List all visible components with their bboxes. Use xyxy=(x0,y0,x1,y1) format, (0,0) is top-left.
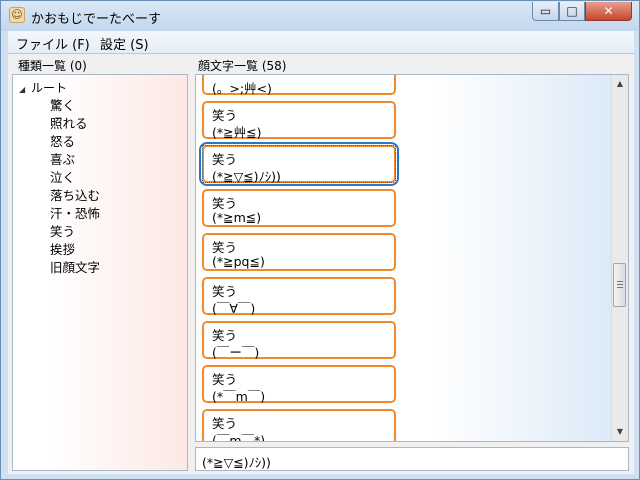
tree-item[interactable]: 喜ぶ xyxy=(50,151,100,169)
face-card[interactable]: 笑う (￣ー￣) xyxy=(202,321,396,360)
minimize-button[interactable]: ▭ xyxy=(532,2,559,21)
tree-item[interactable]: 泣く xyxy=(50,169,100,187)
face-card-emoticon: (。>;艸<) xyxy=(212,81,272,96)
tree-root-label: ルート xyxy=(31,81,68,95)
face-card[interactable]: 笑う (*≧pq≦) xyxy=(202,233,396,271)
tree-item[interactable]: 怒る xyxy=(50,133,100,151)
selected-face-field[interactable]: (*≧▽≦)ﾉｼ)) xyxy=(195,447,629,471)
menu-file[interactable]: ファイル (F) xyxy=(16,34,90,53)
title-bar[interactable]: ☺ かおもじでーたべーす ▭ □ ✕ xyxy=(1,1,639,31)
tree-item[interactable]: 汗・恐怖 xyxy=(50,205,100,223)
scroll-up-arrow-icon[interactable]: ▲ xyxy=(612,76,628,92)
window-title: かおもじでーたべーす xyxy=(31,12,162,27)
tree-item[interactable]: 旧顔文字 xyxy=(50,259,100,277)
close-button[interactable]: ✕ xyxy=(585,2,632,21)
face-card[interactable]: 笑う (*￣m￣) xyxy=(202,365,396,404)
face-card-area: (。>;艸<) 笑う (*≧艸≦) 笑う (*≧▽≦)ﾉｼ)) 笑う (*≧m≦) 笑う (*≧… xyxy=(196,75,610,441)
face-card[interactable]: 笑う (*≧▽≦)ﾉｼ)) xyxy=(199,142,399,186)
category-tree[interactable]: ◢ ルート 驚く 照れる 怒る 喜ぶ 泣く 落ち込む 汗・恐怖 笑う 挨拶 旧顔文字 xyxy=(12,74,188,471)
tree-item[interactable]: 笑う xyxy=(50,223,100,241)
scroll-down-arrow-icon[interactable]: ▼ xyxy=(612,424,628,440)
face-card-emoticon: (*≧艸≦) xyxy=(212,125,262,140)
main-area: 種類一覧 (0) ◢ ルート 驚く 照れる 怒る 喜ぶ 泣く 落ち込む 汗・恐怖 笑う 挨拶 旧顔文… xyxy=(8,54,634,474)
face-card[interactable]: 笑う (*≧艸≦) xyxy=(202,101,396,140)
face-card-emoticon: (*≧▽≦)ﾉｼ)) xyxy=(212,169,281,184)
tree-item[interactable]: 驚く xyxy=(50,97,100,115)
maximize-button[interactable]: □ xyxy=(559,2,585,21)
tree-item[interactable]: 照れる xyxy=(50,115,100,133)
face-card-emoticon: (￣m￣*) xyxy=(212,433,266,441)
face-card[interactable]: 笑う (￣m￣*) xyxy=(202,409,396,441)
face-card-emoticon: (*￣m￣) xyxy=(212,389,266,404)
grip-icon xyxy=(617,281,623,289)
tree-root[interactable]: ◢ ルート xyxy=(19,79,67,96)
face-card-emoticon: (￣∀￣) xyxy=(212,301,256,316)
face-card-emoticon: (*≧m≦) xyxy=(212,210,262,225)
face-card[interactable]: (。>;艸<) xyxy=(202,75,396,96)
face-card-emoticon: (*≧pq≦) xyxy=(212,254,265,269)
vertical-scrollbar[interactable]: ▲ ▼ xyxy=(611,75,628,441)
category-list-label: 種類一覧 (0) xyxy=(16,57,89,74)
face-card[interactable]: 笑う (￣∀￣) xyxy=(202,277,396,316)
menu-bar: ファイル (F) 設定 (S) xyxy=(8,31,634,54)
collapse-triangle-icon[interactable]: ◢ xyxy=(19,85,27,94)
app-face-icon: ☺ xyxy=(9,7,25,23)
face-card[interactable]: 笑う (*≧m≦) xyxy=(202,189,396,227)
face-list[interactable]: (。>;艸<) 笑う (*≧艸≦) 笑う (*≧▽≦)ﾉｼ)) 笑う (*≧m≦) 笑う (*≧… xyxy=(195,74,629,442)
menu-settings[interactable]: 設定 (S) xyxy=(100,34,149,53)
selected-face-text: (*≧▽≦)ﾉｼ)) xyxy=(202,455,271,470)
app-window: ☺ かおもじでーたべーす ▭ □ ✕ ファイル (F) 設定 (S) 種類一覧 … xyxy=(0,0,640,480)
face-list-label: 顔文字一覧 (58) xyxy=(196,57,289,74)
scroll-thumb[interactable] xyxy=(613,263,626,307)
tree-children: 驚く 照れる 怒る 喜ぶ 泣く 落ち込む 汗・恐怖 笑う 挨拶 旧顔文字 xyxy=(50,97,100,277)
tree-item[interactable]: 挨拶 xyxy=(50,241,100,259)
tree-item[interactable]: 落ち込む xyxy=(50,187,100,205)
face-card-emoticon: (￣ー￣) xyxy=(212,345,260,360)
